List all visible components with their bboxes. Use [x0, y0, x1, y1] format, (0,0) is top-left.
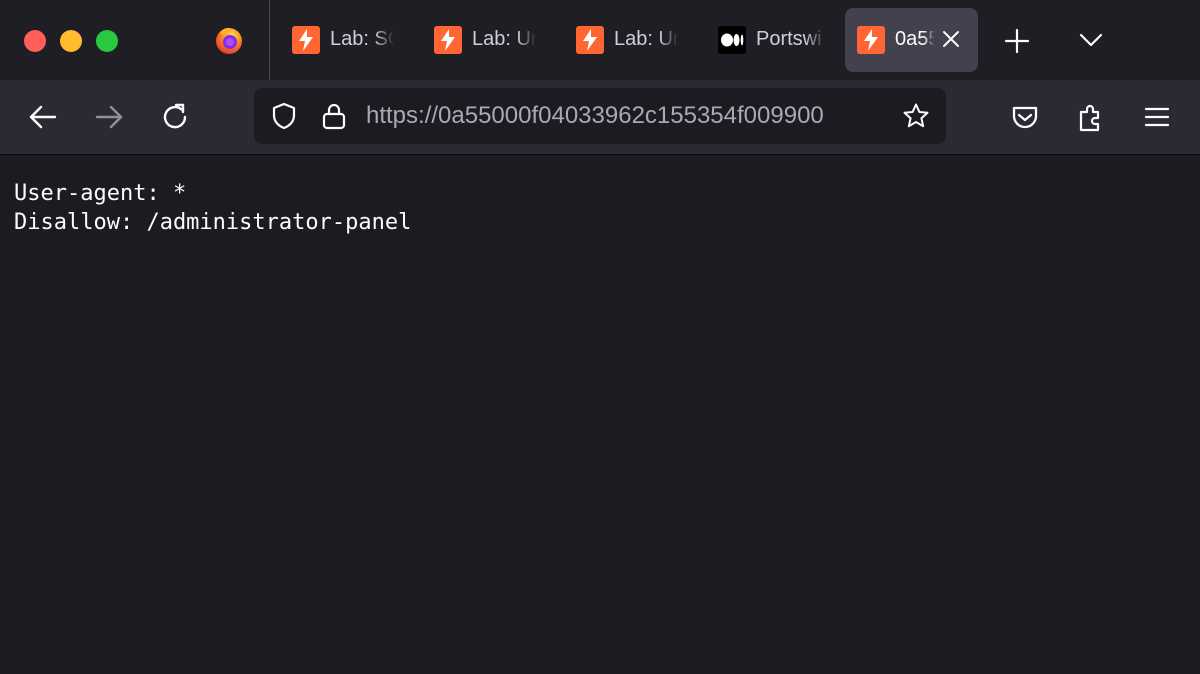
forward-arrow-icon[interactable] [92, 100, 126, 134]
reload-icon[interactable] [158, 100, 192, 134]
tab-lab-sql[interactable]: Lab: SQL [280, 8, 410, 72]
address-bar[interactable]: https://0a55000f04033962c155354f009900 [254, 88, 946, 144]
portswigger-icon [434, 26, 462, 54]
tab-lab-3[interactable]: Lab: Un [564, 8, 694, 72]
tab-lab-2[interactable]: Lab: Un [422, 8, 552, 72]
close-tab-icon[interactable] [940, 28, 962, 50]
bookmark-star-icon[interactable] [902, 102, 930, 130]
tab-label: 0a55 [895, 28, 935, 50]
firefox-view-icon[interactable] [214, 25, 244, 55]
navigation-toolbar: https://0a55000f04033962c155354f009900 [0, 80, 1200, 155]
portswigger-icon [576, 26, 604, 54]
portswigger-icon [857, 26, 885, 54]
page-content: User-agent: * Disallow: /administrator-p… [0, 155, 1200, 674]
new-tab-button[interactable] [1004, 28, 1030, 54]
tracking-protection-shield-icon[interactable] [270, 102, 298, 130]
menu-hamburger-icon[interactable] [1140, 100, 1174, 134]
lock-icon[interactable] [320, 102, 348, 130]
window-close-button[interactable] [24, 30, 46, 52]
tab-label: Lab: SQL [330, 28, 394, 50]
tab-separator [269, 0, 270, 80]
robots-line-disallow: Disallow: /administrator-panel [14, 210, 412, 235]
pocket-icon[interactable] [1008, 100, 1042, 134]
tab-label: Lab: Un [614, 28, 678, 50]
tab-portswigger-medium[interactable]: Portswi [706, 8, 836, 72]
window-minimize-button[interactable] [60, 30, 82, 52]
portswigger-icon [292, 26, 320, 54]
robots-txt-text: User-agent: * Disallow: /administrator-p… [14, 179, 411, 237]
tab-active[interactable]: 0a55 [845, 8, 978, 72]
list-all-tabs-chevron-icon[interactable] [1078, 30, 1104, 50]
tab-strip: Lab: SQL Lab: Un Lab: Un Portswi 0a55 [0, 0, 1200, 80]
medium-icon [718, 26, 746, 54]
robots-line-user-agent: User-agent: * [14, 181, 187, 206]
tab-label: Lab: Un [472, 28, 536, 50]
url-text[interactable]: https://0a55000f04033962c155354f009900 [366, 102, 886, 130]
back-arrow-icon[interactable] [26, 100, 60, 134]
window-zoom-button[interactable] [96, 30, 118, 52]
tab-label: Portswi [756, 28, 822, 50]
extensions-puzzle-icon[interactable] [1074, 100, 1108, 134]
